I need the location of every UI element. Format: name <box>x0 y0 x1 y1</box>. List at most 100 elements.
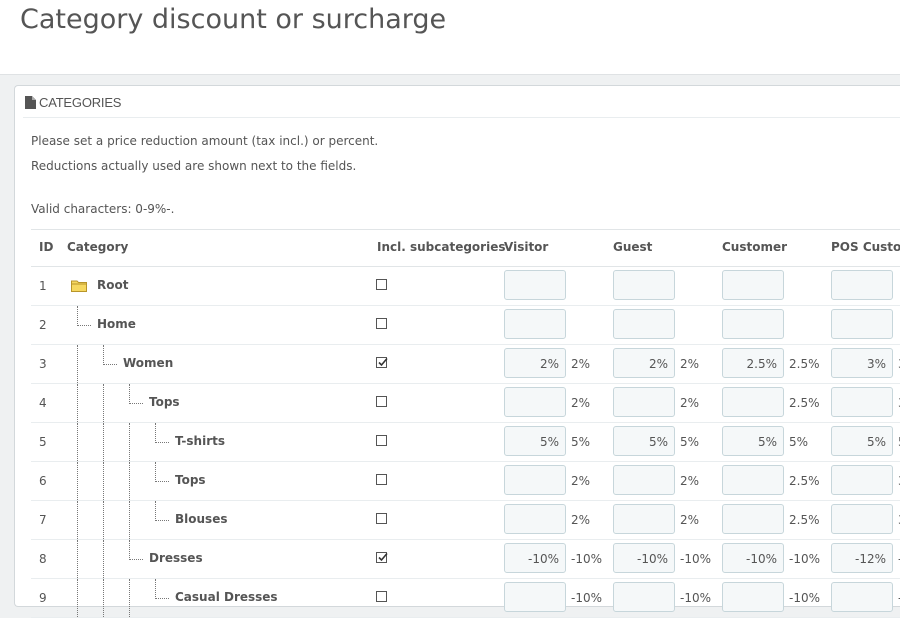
tree-connector <box>155 598 169 599</box>
customer-reduction-input[interactable] <box>722 582 784 612</box>
category-name[interactable]: Tops <box>175 473 206 487</box>
visitor-used-reduction: -10% <box>571 552 603 566</box>
customer-used-reduction: 2.5% <box>789 357 820 371</box>
category-id: 6 <box>39 474 47 488</box>
customer-reduction-input[interactable] <box>722 387 784 417</box>
include-subcategories-checkbox[interactable] <box>376 591 387 602</box>
panel-heading-label: CATEGORIES <box>39 95 122 110</box>
visitor-reduction-input[interactable] <box>504 387 566 417</box>
pos-reduction-input[interactable]: -12% <box>831 543 893 573</box>
guest-reduction-input[interactable] <box>613 582 675 612</box>
tree-connector <box>155 462 156 482</box>
tree-connector <box>77 384 78 422</box>
tree-connector <box>103 423 104 461</box>
category-name[interactable]: Women <box>123 356 173 370</box>
category-name[interactable]: Blouses <box>175 512 227 526</box>
include-subcategories-checkbox[interactable] <box>376 513 387 524</box>
visitor-reduction-input[interactable]: -10% <box>504 543 566 573</box>
tree-connector <box>155 442 169 443</box>
visitor-reduction-input[interactable]: 2% <box>504 348 566 378</box>
column-header-category: Category <box>67 240 129 254</box>
tree-connector <box>129 384 130 404</box>
visitor-reduction-input[interactable] <box>504 309 566 339</box>
tree-connector <box>155 520 169 521</box>
include-subcategories-checkbox[interactable] <box>376 552 388 563</box>
guest-reduction-input[interactable] <box>613 270 675 300</box>
pos-reduction-input[interactable] <box>831 270 893 300</box>
category-id: 3 <box>39 357 47 371</box>
page-title: Category discount or surcharge <box>20 4 447 35</box>
guest-reduction-input[interactable] <box>613 504 675 534</box>
category-id: 8 <box>39 552 47 566</box>
include-subcategories-checkbox[interactable] <box>376 474 387 485</box>
customer-reduction-input[interactable] <box>722 465 784 495</box>
table-header: ID Category Incl. subcategories Visitor … <box>31 229 900 267</box>
include-subcategories-checkbox[interactable] <box>376 435 387 446</box>
tree-connector <box>129 462 130 500</box>
column-header-customer: Customer <box>722 240 788 254</box>
tree-connector <box>77 423 78 461</box>
category-name[interactable]: T-shirts <box>175 434 225 448</box>
guest-reduction-input[interactable] <box>613 465 675 495</box>
table-row: 2 Home <box>31 306 900 345</box>
category-id: 4 <box>39 396 47 410</box>
guest-reduction-input[interactable]: 5% <box>613 426 675 456</box>
pos-reduction-input[interactable] <box>831 309 893 339</box>
customer-reduction-input[interactable] <box>722 309 784 339</box>
tree-connector <box>155 579 156 599</box>
tree-connector <box>103 345 104 365</box>
visitor-used-reduction: 2% <box>571 513 591 527</box>
visitor-reduction-input[interactable] <box>504 582 566 612</box>
pos-reduction-input[interactable] <box>831 504 893 534</box>
guest-used-reduction: 2% <box>680 474 700 488</box>
include-subcategories-checkbox[interactable] <box>376 279 387 290</box>
column-header-visitor: Visitor <box>504 240 549 254</box>
table-row: 6Tops2%2%2.5%3% <box>31 462 900 501</box>
column-header-id: ID <box>39 240 54 254</box>
info-text: Valid characters: 0-9%-. <box>31 202 175 216</box>
category-id: 5 <box>39 435 47 449</box>
customer-used-reduction: 2.5% <box>789 474 820 488</box>
tree-connector <box>129 540 130 560</box>
customer-reduction-input[interactable] <box>722 270 784 300</box>
pos-reduction-input[interactable] <box>831 582 893 612</box>
visitor-reduction-input[interactable]: 5% <box>504 426 566 456</box>
guest-reduction-input[interactable] <box>613 387 675 417</box>
category-name[interactable]: Home <box>97 317 136 331</box>
customer-reduction-input[interactable]: -10% <box>722 543 784 573</box>
include-subcategories-checkbox[interactable] <box>376 318 387 329</box>
info-text: Reductions actually used are shown next … <box>31 159 357 173</box>
pos-reduction-input[interactable]: 3% <box>831 348 893 378</box>
tree-connector <box>155 481 169 482</box>
category-name[interactable]: Tops <box>149 395 180 409</box>
category-name[interactable]: Dresses <box>149 551 203 565</box>
pos-reduction-input[interactable] <box>831 465 893 495</box>
category-name[interactable]: Root <box>97 278 128 292</box>
guest-used-reduction: 2% <box>680 357 700 371</box>
category-id: 9 <box>39 591 47 605</box>
categories-table: ID Category Incl. subcategories Visitor … <box>31 229 900 618</box>
guest-reduction-input[interactable]: 2% <box>613 348 675 378</box>
guest-used-reduction: -10% <box>680 591 712 605</box>
visitor-reduction-input[interactable] <box>504 465 566 495</box>
include-subcategories-checkbox[interactable] <box>376 396 387 407</box>
customer-used-reduction: -10% <box>789 591 821 605</box>
tree-connector <box>103 501 104 539</box>
guest-reduction-input[interactable]: -10% <box>613 543 675 573</box>
pos-reduction-input[interactable] <box>831 387 893 417</box>
tree-connector <box>103 462 104 500</box>
visitor-reduction-input[interactable] <box>504 504 566 534</box>
tree-connector <box>77 325 91 326</box>
table-row: 4Tops2%2%2.5%3% <box>31 384 900 423</box>
tree-connector <box>103 364 117 365</box>
category-name[interactable]: Casual Dresses <box>175 590 278 604</box>
include-subcategories-checkbox[interactable] <box>376 357 388 368</box>
pos-reduction-input[interactable]: 5% <box>831 426 893 456</box>
visitor-reduction-input[interactable] <box>504 270 566 300</box>
customer-reduction-input[interactable]: 2.5% <box>722 348 784 378</box>
guest-reduction-input[interactable] <box>613 309 675 339</box>
customer-reduction-input[interactable] <box>722 504 784 534</box>
visitor-used-reduction: -10% <box>571 591 603 605</box>
customer-reduction-input[interactable]: 5% <box>722 426 784 456</box>
page-header: Category discount or surcharge <box>0 0 900 75</box>
